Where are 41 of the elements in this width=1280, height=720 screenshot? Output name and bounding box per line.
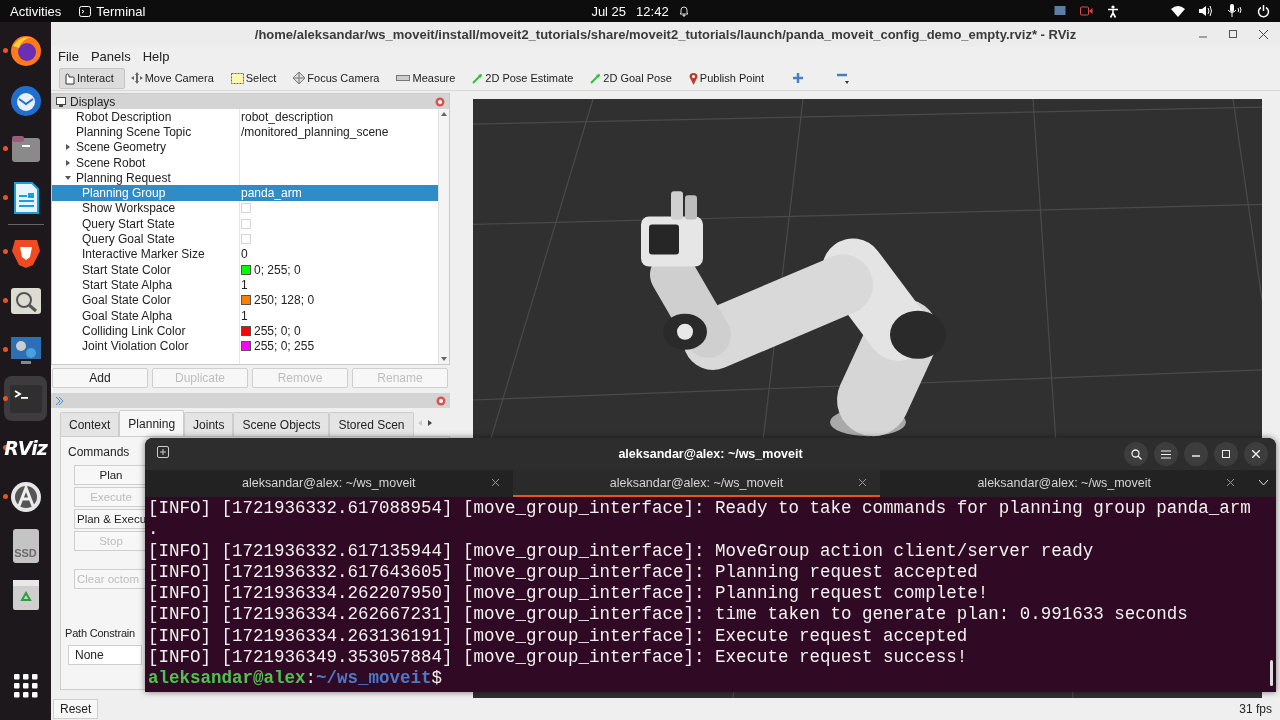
property-name: Scene Geometry [76, 140, 167, 155]
group-label: Commands [68, 445, 130, 459]
terminal-line: [INFO] [1721936332.617088954] [move_group_interface]: Ready to take commands for planning group panda_arm [148, 498, 1252, 520]
property-name: Robot Description [76, 109, 172, 124]
property-name: Query Start State [82, 216, 175, 231]
property-name: Goal State Alpha [82, 308, 173, 323]
property-value: 0; 255; 0 [254, 262, 301, 277]
property-name: Planning Request [76, 170, 171, 185]
shell-prompt: aleksandar@alex:~/ws_moveit$ [148, 668, 444, 690]
property-value: 250; 128; 0 [254, 293, 315, 308]
property-value: 1 [241, 277, 248, 292]
terminal-line: [INFO] [1721936332.617135944] [move_group_interface]: MoveGroup action client/server ready [148, 540, 1095, 562]
terminal-title: aleksandar@alex: ~/ws_moveit [618, 447, 803, 461]
property-name: Start State Color [82, 262, 171, 277]
terminal-line: [INFO] [1721936334.262207950] [move_group_interface]: Planning request complete! [148, 583, 990, 605]
terminal-line: [INFO] [1721936349.353057884] [move_group_interface]: Execute request success! [148, 647, 969, 669]
property-value: 255; 0; 0 [254, 323, 301, 338]
property-value: 1 [241, 308, 248, 323]
property-name: Joint Violation Color [82, 339, 189, 354]
property-value: robot_description [241, 109, 334, 124]
property-name: Show Workspace [82, 201, 176, 216]
property-name: Colliding Link Color [82, 323, 186, 338]
property-value: panda_arm [241, 186, 302, 201]
property-name: Query Goal State [82, 232, 175, 246]
terminal-line: [INFO] [1721936332.617643605] [move_group_interface]: Planning request accepted [148, 561, 979, 584]
property-value: 255; 0; 255 [254, 339, 315, 354]
window-title: /home/aleksandar/ws_moveit/install/moveit2_tutorials/share/moveit2_tutorials/launch/panda_moveit_config_demo_empty.rviz* - RViz [254, 26, 1077, 42]
property-name: Interactive Marker Size [82, 247, 205, 262]
terminal-line: [INFO] [1721936334.262667231] [move_group_interface]: time taken to generate plan: 0.991633 seconds [148, 604, 1189, 626]
property-value: 0 [241, 247, 248, 262]
property-value: /monitored_planning_scene [241, 124, 389, 139]
terminal-line: . [148, 519, 160, 541]
fps-counter: 31 fps [1239, 702, 1272, 716]
property-name: Goal State Color [82, 293, 171, 308]
property-name: Start State Alpha [82, 277, 173, 292]
property-name: Planning Group [82, 186, 166, 201]
field-label: Path Constrain [65, 627, 135, 639]
terminal-line: [INFO] [1721936334.263136191] [move_group_interface]: Execute request accepted [148, 625, 969, 648]
panel-title: Displays [70, 94, 116, 109]
property-name: Planning Scene Topic [76, 124, 192, 139]
property-name: Scene Robot [76, 155, 146, 170]
